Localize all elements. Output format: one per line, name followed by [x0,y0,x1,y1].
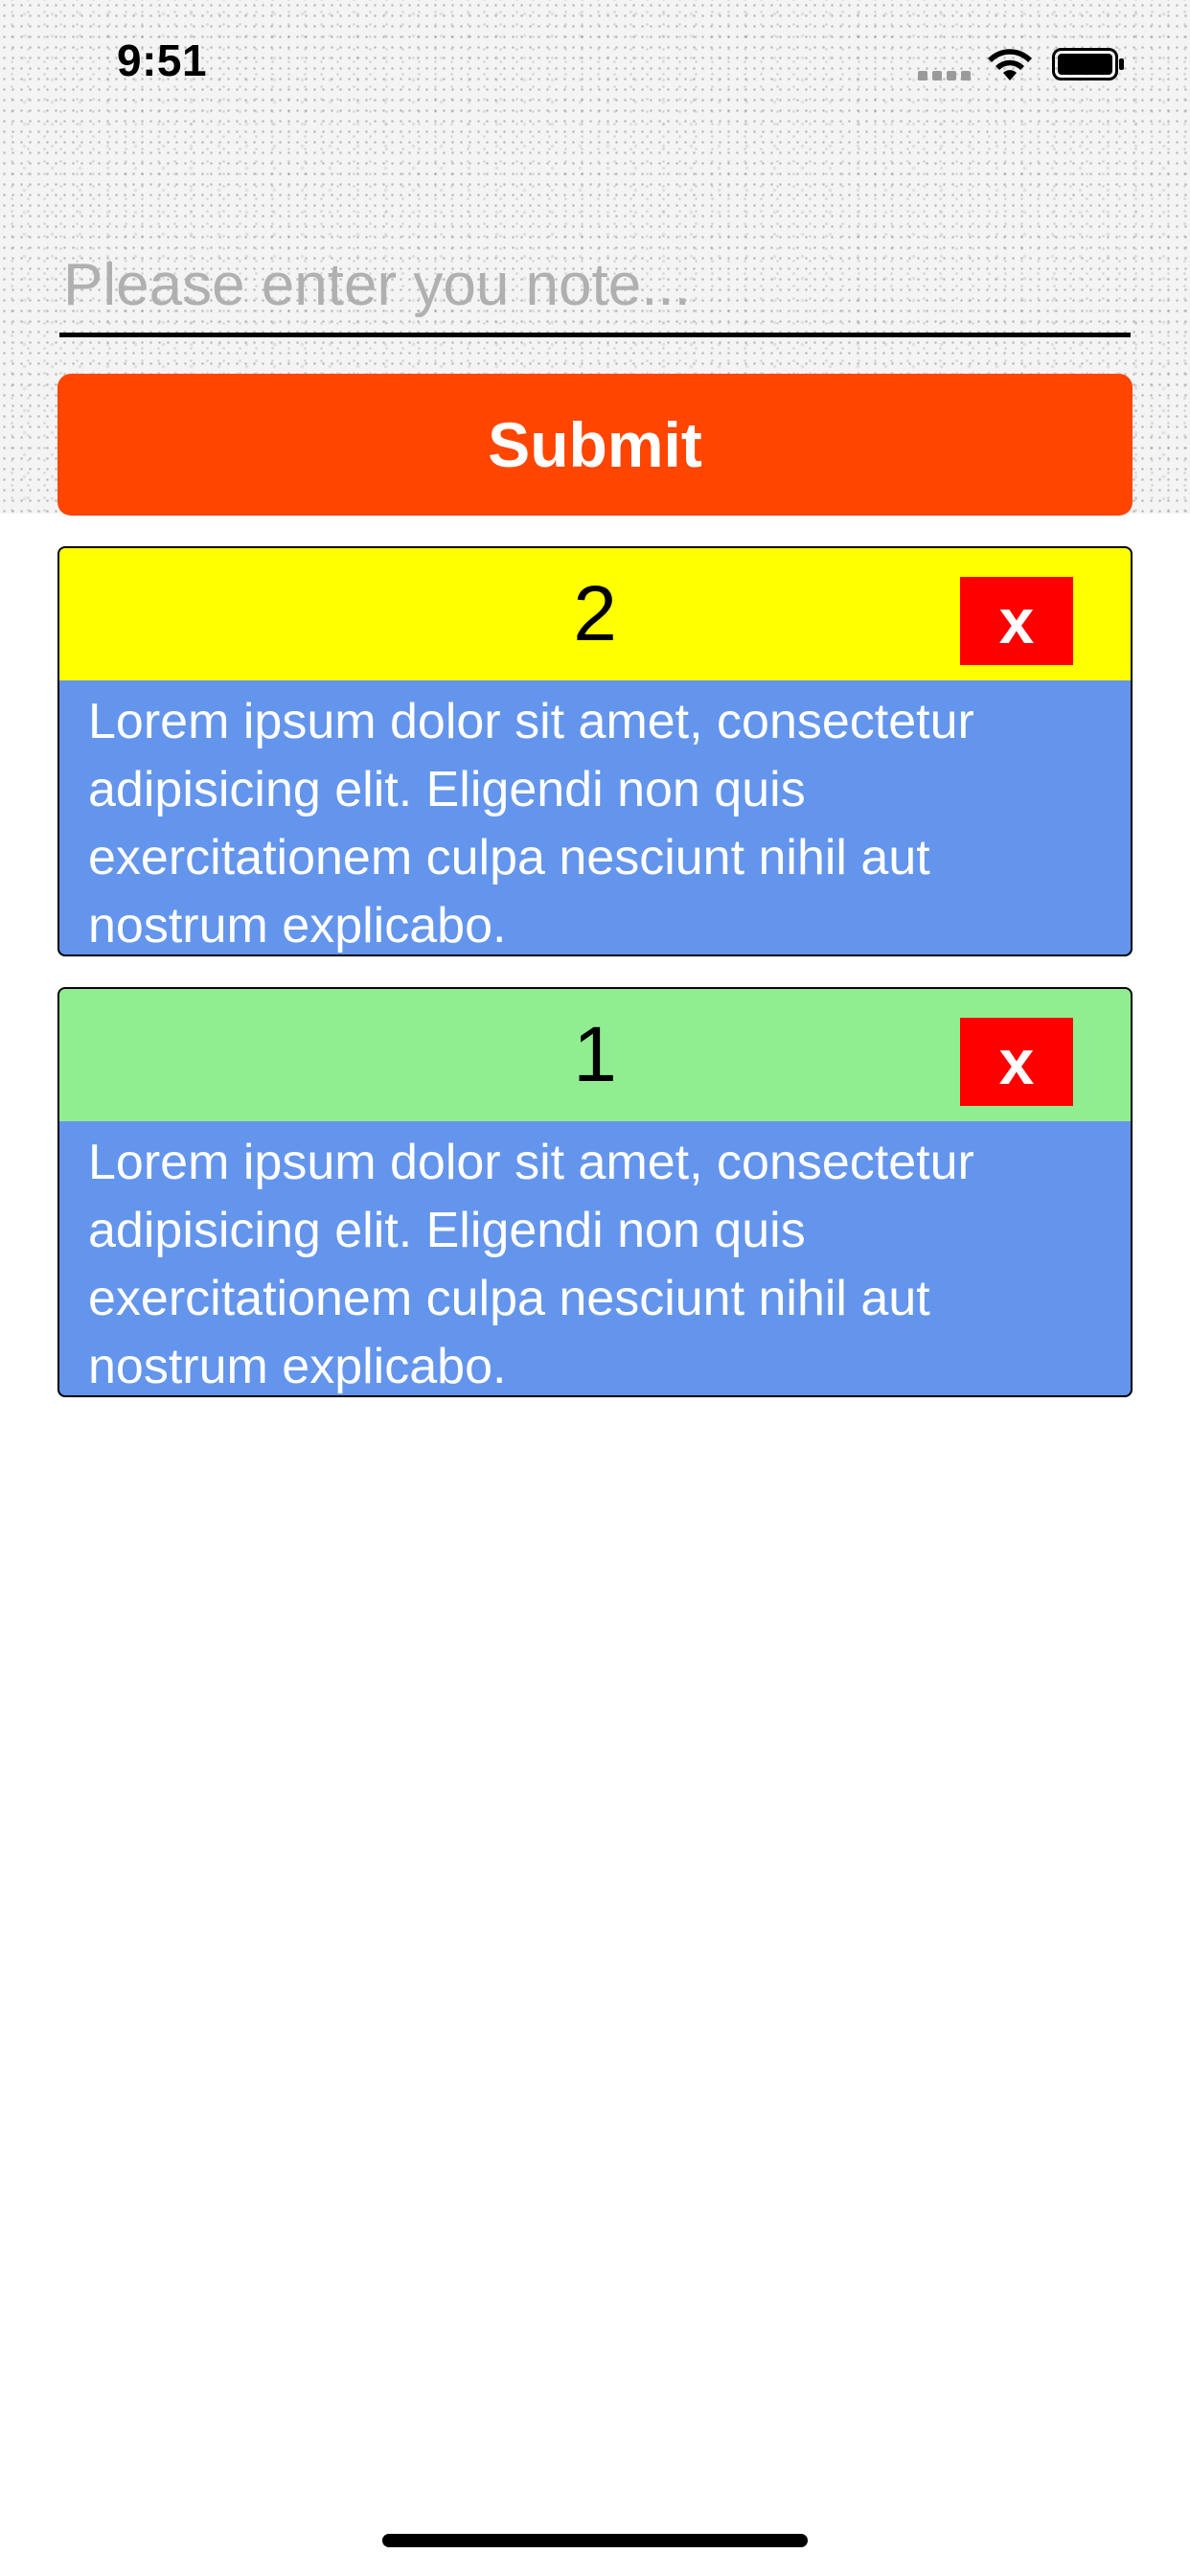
submit-button[interactable]: Submit [57,374,1133,516]
delete-note-button[interactable]: x [960,577,1073,665]
note-input[interactable] [59,238,1131,337]
home-indicator[interactable] [382,2534,808,2547]
delete-note-button[interactable]: x [960,1018,1073,1106]
note-header: 2 x [59,548,1131,680]
cellular-signal-icon [918,71,972,80]
note-header: 1 x [59,989,1131,1121]
note-body: Lorem ipsum dolor sit amet, consectetur … [88,694,974,954]
battery-icon [1052,48,1124,80]
status-bar: 9:51 [0,0,1190,126]
note-number: 2 [573,570,617,657]
status-time: 9:51 [117,35,208,85]
wifi-icon [988,49,1032,80]
notes-list: 2 x Lorem ipsum dolor sit amet, consecte… [57,546,1133,1428]
note-number: 1 [573,1011,617,1098]
note-card: 1 x Lorem ipsum dolor sit amet, consecte… [57,987,1133,1397]
note-card: 2 x Lorem ipsum dolor sit amet, consecte… [57,546,1133,956]
note-body: Lorem ipsum dolor sit amet, consectetur … [88,1135,974,1394]
